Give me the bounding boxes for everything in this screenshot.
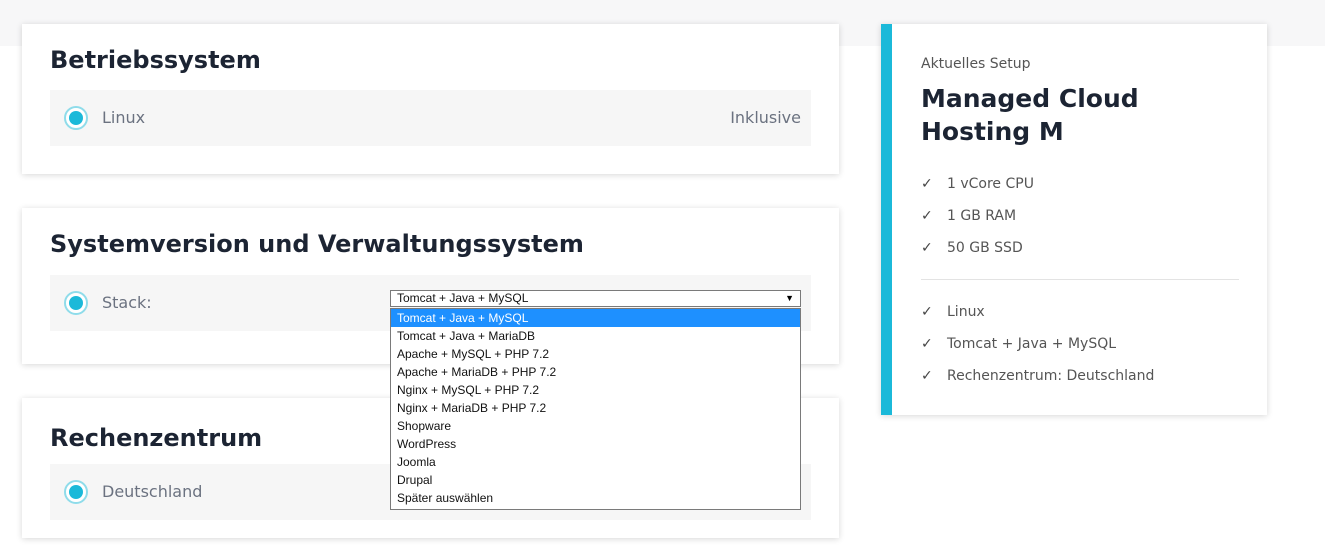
- stack-option[interactable]: Tomcat + Java + MySQL: [391, 309, 800, 327]
- stack-option[interactable]: Später auswählen: [391, 489, 800, 507]
- radio-selected-icon[interactable]: [64, 291, 88, 315]
- stack-option[interactable]: Tomcat + Java + MariaDB: [391, 327, 800, 345]
- stack-select[interactable]: Tomcat + Java + MySQL ▼: [390, 290, 801, 307]
- choice-item: ✓ Tomcat + Java + MySQL: [921, 328, 1154, 360]
- spec-item: ✓ 50 GB SSD: [921, 232, 1034, 264]
- check-icon: ✓: [921, 368, 933, 384]
- os-option-label: Linux: [102, 108, 146, 127]
- choice-list: ✓ Linux ✓ Tomcat + Java + MySQL ✓ Rechenzen…: [921, 296, 1154, 392]
- check-icon: ✓: [921, 336, 933, 352]
- datacenter-section-title: Rechenzentrum: [50, 424, 263, 452]
- divider: [921, 279, 1239, 280]
- stack-option[interactable]: Shopware: [391, 417, 800, 435]
- stack-option[interactable]: WordPress: [391, 435, 800, 453]
- stack-option[interactable]: Nginx + MySQL + PHP 7.2: [391, 381, 800, 399]
- radio-selected-icon[interactable]: [64, 480, 88, 504]
- spec-item: ✓ 1 GB RAM: [921, 200, 1034, 232]
- datacenter-option-label: Deutschland: [102, 482, 203, 501]
- check-icon: ✓: [921, 240, 933, 256]
- stack-option[interactable]: Drupal: [391, 471, 800, 489]
- spec-list: ✓ 1 vCore CPU ✓ 1 GB RAM ✓ 50 GB SSD: [921, 168, 1034, 264]
- stack-option[interactable]: Apache + MySQL + PHP 7.2: [391, 345, 800, 363]
- os-option-linux[interactable]: Linux Inklusive: [50, 90, 811, 146]
- choice-item: ✓ Rechenzentrum: Deutschland: [921, 360, 1154, 392]
- summary-title: Managed Cloud Hosting M: [921, 84, 1139, 146]
- check-icon: ✓: [921, 208, 933, 224]
- stack-option[interactable]: Nginx + MariaDB + PHP 7.2: [391, 399, 800, 417]
- setup-summary-panel: Aktuelles Setup Managed Cloud Hosting M …: [881, 24, 1267, 415]
- radio-selected-icon[interactable]: [64, 106, 88, 130]
- check-icon: ✓: [921, 176, 933, 192]
- stack-label: Stack:: [102, 293, 152, 312]
- accent-bar: [881, 24, 892, 415]
- stack-option[interactable]: Joomla: [391, 453, 800, 471]
- spec-item: ✓ 1 vCore CPU: [921, 168, 1034, 200]
- os-section-title: Betriebssystem: [50, 46, 261, 74]
- stack-dropdown-list[interactable]: Tomcat + Java + MySQL Tomcat + Java + Ma…: [390, 308, 801, 510]
- version-section-title: Systemversion und Verwaltungssystem: [50, 230, 584, 258]
- stack-select-value: Tomcat + Java + MySQL: [397, 291, 529, 305]
- dropdown-arrow-icon[interactable]: ▼: [785, 291, 794, 306]
- summary-subtitle: Aktuelles Setup: [921, 56, 1031, 72]
- os-card: Betriebssystem Linux Inklusive: [22, 24, 839, 174]
- choice-item: ✓ Linux: [921, 296, 1154, 328]
- os-option-price: Inklusive: [730, 108, 801, 127]
- stack-option[interactable]: Apache + MariaDB + PHP 7.2: [391, 363, 800, 381]
- check-icon: ✓: [921, 304, 933, 320]
